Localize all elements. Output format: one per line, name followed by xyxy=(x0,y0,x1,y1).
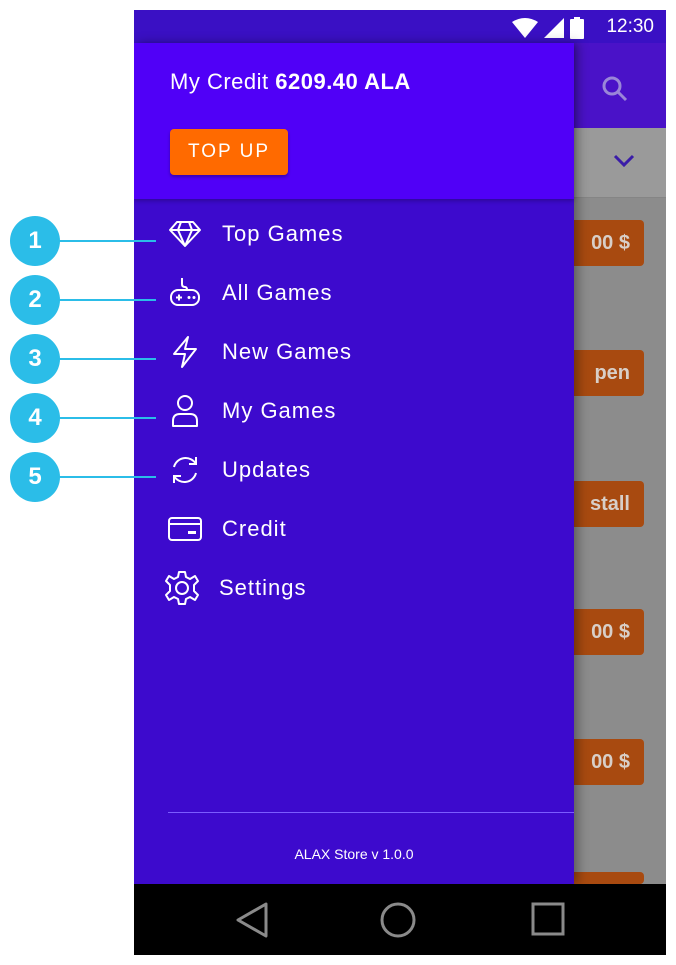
refresh-icon xyxy=(164,450,206,490)
menu-item-label: All Games xyxy=(222,280,333,305)
callout-marker-5: 5 xyxy=(10,452,60,502)
clock: 12:30 xyxy=(606,16,654,37)
menu-item-new-games[interactable]: New Games xyxy=(164,332,352,372)
menu-item-all-games[interactable]: All Games xyxy=(164,273,332,313)
chevron-down-icon[interactable] xyxy=(612,153,636,169)
lightning-icon xyxy=(164,332,206,372)
callout-marker-1: 1 xyxy=(10,216,60,266)
callout-leader-line xyxy=(58,240,156,242)
drawer-divider xyxy=(168,812,574,813)
menu-item-label: My Games xyxy=(222,398,337,423)
search-icon[interactable] xyxy=(600,74,630,104)
callout-leader-line xyxy=(58,299,156,301)
battery-icon xyxy=(570,17,584,39)
credit-label: My Credit xyxy=(170,69,269,94)
signal-icon xyxy=(544,18,564,38)
diamond-icon xyxy=(164,214,206,254)
screen: 12:30 00 $ pen stall 00 $ 00 $ My Credit… xyxy=(0,0,676,965)
back-icon[interactable] xyxy=(234,902,270,938)
callout-marker-4: 4 xyxy=(10,393,60,443)
menu-item-label: Updates xyxy=(222,457,311,482)
menu-item-settings[interactable]: Settings xyxy=(161,568,307,608)
menu-item-top-games[interactable]: Top Games xyxy=(164,214,344,254)
card-icon xyxy=(164,509,206,549)
phone-frame: 12:30 00 $ pen stall 00 $ 00 $ My Credit… xyxy=(134,10,666,955)
drawer-header: My Credit 6209.40 ALA TOP UP xyxy=(134,43,574,199)
menu-item-credit[interactable]: Credit xyxy=(164,509,287,549)
status-icons xyxy=(512,17,584,39)
home-icon[interactable] xyxy=(380,902,416,938)
menu-item-my-games[interactable]: My Games xyxy=(164,391,336,431)
system-nav-bar xyxy=(134,884,666,955)
callout-leader-line xyxy=(58,358,156,360)
callout-leader-line xyxy=(58,476,156,478)
recents-icon[interactable] xyxy=(531,902,565,936)
navigation-drawer: My Credit 6209.40 ALA TOP UP Top Games A… xyxy=(134,43,574,884)
credit-balance: My Credit 6209.40 ALA xyxy=(170,69,411,95)
callout-marker-2: 2 xyxy=(10,275,60,325)
menu-item-label: Top Games xyxy=(222,221,344,246)
menu-item-label: Credit xyxy=(222,516,287,541)
gamepad-icon xyxy=(164,273,206,313)
menu-item-updates[interactable]: Updates xyxy=(164,450,311,490)
status-bar: 12:30 xyxy=(134,10,666,43)
person-icon xyxy=(164,391,206,431)
gear-icon xyxy=(161,568,203,608)
credit-amount: 6209.40 ALA xyxy=(275,69,411,94)
wifi-icon xyxy=(512,18,538,38)
callout-marker-3: 3 xyxy=(10,334,60,384)
menu-item-label: New Games xyxy=(222,339,353,364)
app-version: ALAX Store v 1.0.0 xyxy=(294,846,414,862)
menu-item-label: Settings xyxy=(219,575,307,600)
top-up-button[interactable]: TOP UP xyxy=(170,129,288,175)
callout-leader-line xyxy=(58,417,156,419)
